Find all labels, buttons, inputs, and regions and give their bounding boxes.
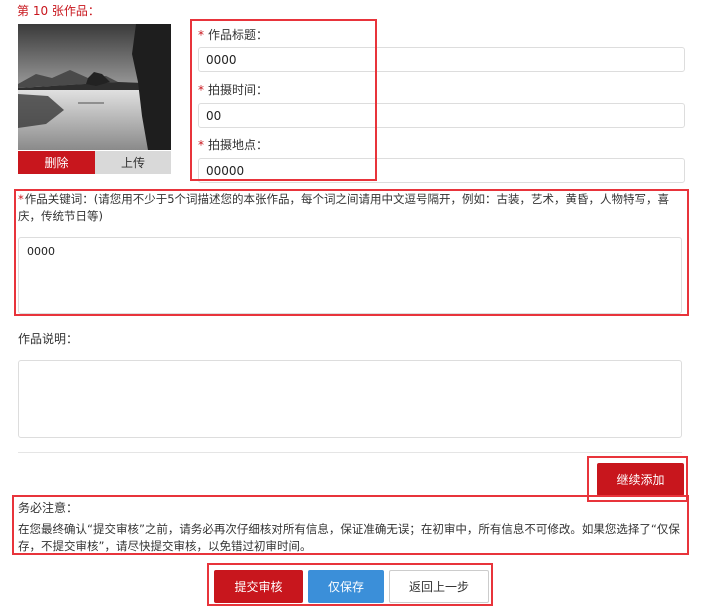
required-marker: * bbox=[198, 83, 204, 97]
keywords-field-label: *作品关键词：(请您用不少于5个词描述您的本张作品，每个词之间请用中文逗号隔开，… bbox=[18, 191, 678, 225]
location-input[interactable] bbox=[198, 158, 685, 183]
back-button[interactable]: 返回上一步 bbox=[389, 570, 489, 603]
title-input[interactable] bbox=[198, 47, 685, 72]
upload-button[interactable]: 上传 bbox=[95, 151, 171, 174]
location-field-label: * 拍摄地点： bbox=[198, 136, 268, 153]
photo-actions: 删除 上传 bbox=[18, 151, 171, 174]
highlight-box-fields bbox=[190, 19, 377, 181]
title-field-label: * 作品标题： bbox=[198, 26, 268, 43]
delete-button[interactable]: 删除 bbox=[18, 151, 95, 174]
required-marker: * bbox=[198, 28, 204, 42]
required-marker: * bbox=[198, 138, 204, 152]
save-only-button[interactable]: 仅保存 bbox=[308, 570, 384, 603]
shoot-time-input[interactable] bbox=[198, 103, 685, 128]
title-label-text: 作品标题： bbox=[208, 28, 269, 42]
keywords-label-text: 作品关键词：(请您用不少于5个词描述您的本张作品，每个词之间请用中文逗号隔开，例… bbox=[18, 192, 670, 223]
shoot-time-label-text: 拍摄时间： bbox=[208, 83, 269, 97]
divider bbox=[18, 452, 682, 453]
description-field-label: 作品说明： bbox=[18, 332, 79, 346]
required-marker: * bbox=[18, 192, 24, 206]
artwork-photo bbox=[18, 24, 171, 150]
location-label-text: 拍摄地点： bbox=[208, 138, 269, 152]
shoot-time-field-label: * 拍摄时间： bbox=[198, 81, 268, 98]
entry-title: 第 10 张作品： bbox=[17, 4, 100, 18]
description-textarea[interactable] bbox=[18, 360, 682, 438]
keywords-textarea[interactable]: 0000 bbox=[18, 237, 682, 314]
notice-title: 务必注意： bbox=[18, 501, 79, 515]
add-more-button[interactable]: 继续添加 bbox=[597, 463, 684, 496]
submit-review-button[interactable]: 提交审核 bbox=[214, 570, 303, 603]
notice-body: 在您最终确认“提交审核”之前，请务必再次仔细核对所有信息，保证准确无误；在初审中… bbox=[18, 522, 680, 553]
